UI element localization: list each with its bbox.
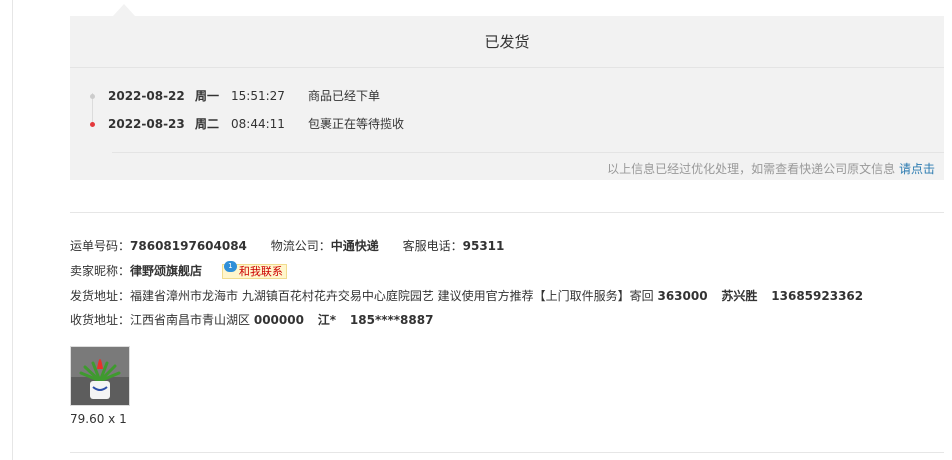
timeline-time: 08:44:11 bbox=[231, 117, 285, 131]
seller-name: 律野颂旗舰店 bbox=[130, 264, 203, 278]
chat-bubble-icon: 1 bbox=[223, 261, 237, 272]
contact-label: 和我联系 bbox=[238, 265, 283, 278]
product-image[interactable] bbox=[70, 346, 130, 406]
divider bbox=[112, 152, 944, 153]
ship-to-phone: 185****8887 bbox=[349, 313, 434, 327]
divider bbox=[70, 452, 944, 453]
carrier-label: 物流公司： bbox=[270, 239, 331, 253]
timeline-desc: 商品已经下单 bbox=[308, 89, 381, 103]
timeline-weekday: 周一 bbox=[195, 89, 220, 103]
left-border bbox=[12, 0, 13, 460]
contact-seller-button[interactable]: 1 和我联系 bbox=[221, 261, 287, 279]
ship-to-name: 江* bbox=[317, 313, 337, 327]
ship-from-phone: 13685923362 bbox=[771, 289, 864, 303]
service-phone: 95311 bbox=[462, 239, 505, 253]
ship-to-address: 江西省南昌市青山湖区 bbox=[130, 313, 251, 327]
ship-from-zip: 363000 bbox=[657, 289, 708, 303]
logistics-status-panel: 已发货 2022-08-22 周一 15:51:27 商品已经下单 2022-0… bbox=[70, 16, 944, 180]
timeline-date: 2022-08-22 bbox=[108, 89, 185, 103]
timeline-desc: 包裹正在等待揽收 bbox=[308, 117, 405, 131]
tracking-number: 78608197604084 bbox=[130, 239, 247, 253]
divider bbox=[70, 212, 944, 213]
seller-info-row: 卖家昵称：律野颂旗舰店 1 和我联系 bbox=[70, 261, 287, 279]
carrier-name: 中通快递 bbox=[330, 239, 379, 253]
ship-from-row: 发货地址：福建省漳州市龙海市 九湖镇百花村花卉交易中心庭院园艺 建议使用官方推荐… bbox=[70, 288, 863, 304]
ship-from-address: 福建省漳州市龙海市 九湖镇百花村花卉交易中心庭院园艺 建议使用官方推荐【上门取件… bbox=[130, 289, 654, 303]
ship-to-label: 收货地址： bbox=[70, 313, 131, 327]
note-text: 以上信息已经过优化处理，如需查看快递公司原文信息 bbox=[607, 162, 896, 176]
ship-to-zip: 000000 bbox=[253, 313, 304, 327]
shipment-info-row: 运单号码：78608197604084 物流公司：中通快递 客服电话：95311 bbox=[70, 238, 504, 254]
ship-to-row: 收货地址：江西省南昌市青山湖区 000000 江* 185****8887 bbox=[70, 312, 433, 328]
product-price-qty: 79.60 x 1 bbox=[70, 412, 127, 426]
service-phone-label: 客服电话： bbox=[402, 239, 463, 253]
seller-label: 卖家昵称： bbox=[70, 264, 131, 278]
tracking-label: 运单号码： bbox=[70, 239, 131, 253]
divider bbox=[70, 67, 944, 68]
timeline-dot-icon bbox=[90, 94, 95, 99]
optimization-note: 以上信息已经过优化处理，如需查看快递公司原文信息 请点击 bbox=[607, 160, 935, 177]
status-title: 已发货 bbox=[484, 33, 530, 51]
timeline-date: 2022-08-23 bbox=[108, 117, 185, 131]
timeline-dot-active-icon bbox=[90, 122, 95, 127]
ship-from-label: 发货地址： bbox=[70, 289, 131, 303]
timeline-weekday: 周二 bbox=[195, 117, 220, 131]
view-original-link[interactable]: 请点击 bbox=[899, 162, 935, 176]
panel-pointer-icon bbox=[113, 4, 135, 16]
ship-from-name: 苏兴胜 bbox=[721, 289, 758, 303]
timeline-time: 15:51:27 bbox=[231, 89, 285, 103]
